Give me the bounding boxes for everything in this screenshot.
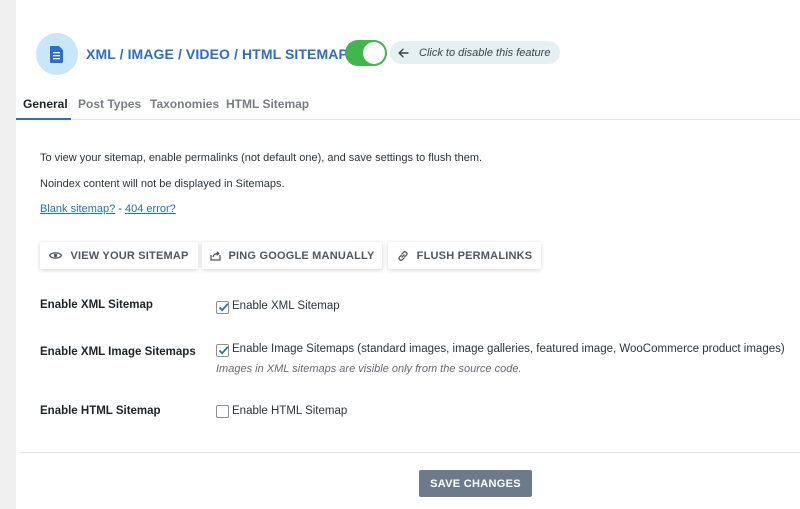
document-icon (36, 33, 78, 75)
page-title: XML / IMAGE / VIDEO / HTML SITEMAP (86, 46, 348, 62)
html-sitemap-checkbox-label: Enable HTML Sitemap (232, 405, 348, 417)
image-sitemap-checkbox-label: Enable Image Sitemaps (standard images, … (232, 343, 785, 355)
image-sitemap-label: Enable XML Image Sitemaps (40, 346, 196, 358)
xml-sitemap-checkbox[interactable] (216, 301, 229, 314)
xml-sitemap-label: Enable XML Sitemap (40, 299, 153, 311)
active-tab-indicator (16, 118, 71, 120)
flush-permalinks-button[interactable]: FLUSH PERMALINKS (388, 242, 541, 269)
share-icon (209, 250, 221, 261)
arrow-left-icon (398, 48, 409, 58)
html-sitemap-checkbox[interactable] (216, 405, 229, 418)
info-permalinks: To view your sitemap, enable permalinks … (40, 152, 483, 164)
eye-icon (49, 251, 63, 260)
save-changes-button[interactable]: SAVE CHANGES (419, 470, 532, 497)
tab-post-types[interactable]: Post Types (78, 97, 141, 111)
link-separator: - (115, 203, 125, 215)
feature-toggle[interactable] (345, 40, 387, 66)
tab-html-sitemap[interactable]: HTML Sitemap (226, 97, 309, 111)
image-sitemap-description: Images in XML sitemaps are visible only … (216, 363, 522, 375)
ping-google-button[interactable]: PING GOOGLE MANUALLY (202, 242, 382, 269)
tab-general[interactable]: General (23, 97, 68, 111)
image-sitemap-checkbox[interactable] (216, 344, 229, 357)
settings-panel: XML / IMAGE / VIDEO / HTML SITEMAP Click… (16, 0, 800, 509)
404-error-link[interactable]: 404 error? (125, 203, 176, 215)
view-sitemap-label: VIEW YOUR SITEMAP (70, 249, 189, 262)
header: XML / IMAGE / VIDEO / HTML SITEMAP (36, 33, 348, 75)
xml-sitemap-checkbox-label: Enable XML Sitemap (232, 300, 340, 312)
tab-taxonomies[interactable]: Taxonomies (150, 97, 219, 111)
flush-permalinks-label: FLUSH PERMALINKS (416, 249, 533, 262)
toggle-hint: Click to disable this feature (390, 41, 561, 64)
ping-google-label: PING GOOGLE MANUALLY (228, 249, 375, 262)
html-sitemap-label: Enable HTML Sitemap (40, 405, 161, 417)
info-noindex: Noindex content will not be displayed in… (40, 178, 285, 190)
divider (20, 452, 800, 453)
toggle-hint-text: Click to disable this feature (419, 46, 551, 59)
link-icon (397, 250, 409, 262)
tab-bar: General Post Types Taxonomies HTML Sitem… (16, 92, 800, 120)
blank-sitemap-link[interactable]: Blank sitemap? (40, 203, 115, 215)
view-sitemap-button[interactable]: VIEW YOUR SITEMAP (40, 242, 198, 269)
help-links: Blank sitemap? - 404 error? (40, 203, 176, 215)
